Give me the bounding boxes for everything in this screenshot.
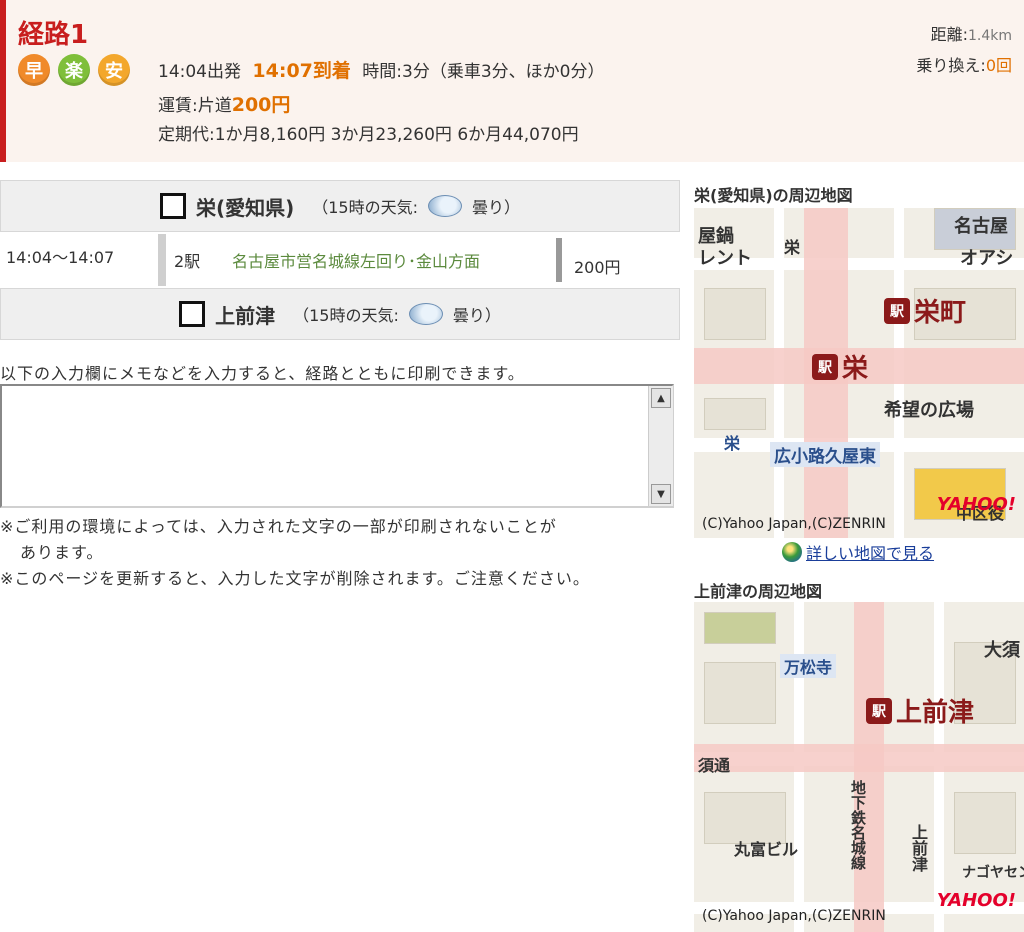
map1-label: 広小路久屋東	[770, 442, 880, 467]
map1-label: 名古屋	[954, 216, 1008, 237]
route-segment: 14:04〜14:07 2駅 名古屋市営名城線左回り･金山方面 200円	[0, 234, 680, 286]
map1-title: 栄(愛知県)の周辺地図	[694, 186, 853, 205]
segment-line-name[interactable]: 名古屋市営名城線左回り･金山方面	[232, 248, 480, 272]
fare-label: 運賃:片道	[158, 96, 232, 116]
memo-scrollbar[interactable]: ▲ ▼	[648, 386, 673, 506]
map1-label: 栄	[784, 238, 801, 257]
from-station-row: 栄(愛知県) （15時の天気: 曇り）	[0, 180, 680, 232]
commuter-pass: 定期代:1か月8,160円 3か月23,260円 6か月44,070円	[158, 125, 579, 145]
from-station-name: 栄(愛知県)	[195, 195, 295, 220]
map2-label: 地下鉄名城線	[849, 780, 867, 870]
depart-time: 14:04出発	[158, 62, 241, 82]
map1-copyright: (C)Yahoo Japan,(C)ZENRIN	[702, 516, 886, 532]
map2-label: 須通	[698, 756, 731, 775]
arrive-time: 14:07到着	[252, 60, 351, 82]
route-badges: 早 楽 安	[18, 54, 130, 86]
scroll-down-icon[interactable]: ▼	[651, 484, 671, 504]
memo-notes: ※ご利用の環境によっては、入力された文字の一部が印刷されないことが あります。 …	[0, 514, 590, 592]
map1-label: 希望の広場	[884, 400, 974, 421]
segment-line-bar	[158, 234, 166, 286]
map1-station: 駅栄町	[884, 292, 966, 329]
transfers: 乗り換え:0回	[916, 56, 1012, 75]
note-2: ※このページを更新すると、入力した文字が削除されます。ご注意ください。	[0, 569, 590, 588]
memo-label: 以下の入力欄にメモなどを入力すると、経路とともに印刷できます。	[0, 364, 525, 383]
from-station-checkbox[interactable]	[159, 193, 186, 219]
to-station-row: 上前津 （15時の天気: 曇り）	[0, 288, 680, 340]
map2-title: 上前津の周辺地図	[694, 582, 823, 601]
segment-time: 14:04〜14:07	[6, 248, 115, 267]
to-weather: 曇り）	[452, 306, 501, 325]
globe-icon	[782, 542, 802, 562]
map2-label: 丸富ビル	[734, 840, 799, 859]
scroll-up-icon[interactable]: ▲	[651, 388, 671, 408]
cloudy-icon	[408, 303, 443, 325]
distance: 距離:1.4km	[930, 25, 1012, 44]
map1-label: 栄	[724, 434, 741, 453]
map2-label: 上前津	[909, 824, 928, 872]
fare-bracket	[556, 238, 562, 282]
map2-label: 大須	[984, 640, 1020, 661]
from-weather-prefix: （15時の天気:	[312, 198, 419, 217]
route-summary: 経路1 早 楽 安 14:04出発 14:07到着 時間:3分（乗車3分、ほか0…	[0, 0, 1024, 162]
from-weather: 曇り）	[472, 198, 521, 217]
detail-map-link-text[interactable]: 詳しい地図で見る	[806, 540, 934, 564]
route-fare: 運賃:片道200円	[158, 90, 290, 117]
to-station-name: 上前津	[215, 303, 276, 328]
cheapest-badge-icon: 安	[98, 54, 130, 86]
route-times: 14:04出発 14:07到着 時間:3分（乗車3分、ほか0分）	[158, 56, 604, 83]
map2-copyright: (C)Yahoo Japan,(C)ZENRIN	[702, 908, 886, 924]
note-1-cont: あります。	[20, 543, 104, 562]
fare-value: 200円	[231, 94, 291, 116]
segment-fare: 200円	[574, 258, 621, 277]
map2-label: 万松寺	[780, 654, 837, 678]
map2[interactable]: 万松寺 大須 須通 丸富ビル 地下鉄名城線 上前津 ナゴヤセンター 駅上前津 Y…	[694, 602, 1024, 932]
yahoo-logo: YAHOO!	[936, 494, 1016, 515]
yahoo-logo: YAHOO!	[936, 890, 1016, 911]
memo-textarea[interactable]	[0, 384, 674, 508]
map2-station: 駅上前津	[866, 692, 974, 729]
route-title: 経路1	[18, 20, 89, 50]
route-stats: 距離:1.4km 乗り換え:0回	[916, 20, 1012, 81]
cloudy-icon	[428, 195, 463, 217]
map2-label: ナゴヤセンター	[962, 865, 1024, 881]
duration: 時間:3分（乗車3分、ほか0分）	[362, 62, 605, 82]
train-station-icon: 駅	[866, 697, 892, 724]
map1-station: 駅栄	[812, 348, 868, 385]
note-1: ※ご利用の環境によっては、入力された文字の一部が印刷されないことが	[0, 517, 557, 536]
to-weather-prefix: （15時の天気:	[293, 306, 399, 325]
segment-stops: 2駅	[174, 252, 201, 271]
fastest-badge-icon: 早	[18, 54, 50, 86]
map1-label: オアシ	[960, 248, 1014, 269]
map1[interactable]: 屋鍋 レント 栄 名古屋 オアシ 駅栄町 駅栄 希望の広場 広小路久屋東 栄 中…	[694, 208, 1024, 538]
map1-label: レント	[698, 248, 752, 269]
to-station-checkbox[interactable]	[179, 301, 206, 327]
train-station-icon: 駅	[884, 297, 910, 324]
detail-map-link[interactable]: 詳しい地図で見る	[782, 540, 934, 564]
train-station-icon: 駅	[812, 353, 838, 380]
easiest-badge-icon: 楽	[58, 54, 90, 86]
